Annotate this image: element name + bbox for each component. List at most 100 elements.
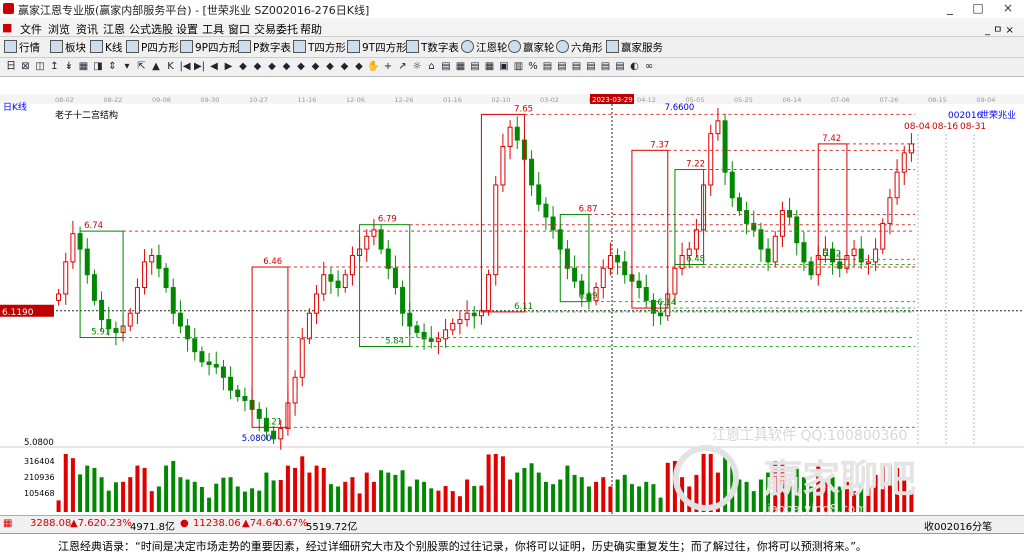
toolbar-9p-square[interactable]: 9P四方形 bbox=[180, 40, 240, 55]
drawing-tool-icon[interactable]: ◆ bbox=[323, 60, 337, 74]
volume-bar bbox=[199, 486, 204, 512]
drawing-tool-icon[interactable]: ◫ bbox=[33, 60, 47, 74]
drawing-tool-icon[interactable]: ∞ bbox=[642, 60, 656, 74]
drawing-tool-icon[interactable]: ▤ bbox=[599, 60, 613, 74]
drawing-tool-icon[interactable]: ☼ bbox=[410, 60, 424, 74]
toolbar-t-number-table[interactable]: T数字表 bbox=[406, 40, 459, 55]
drawing-tool-icon[interactable]: ◆ bbox=[338, 60, 352, 74]
inner-window-buttons[interactable]: _ ㅁ × bbox=[985, 21, 1014, 36]
drawing-tool-icon[interactable]: 日 bbox=[4, 60, 18, 74]
close-button[interactable]: × bbox=[994, 1, 1022, 17]
drawing-tool-icon[interactable]: ▶| bbox=[193, 60, 207, 74]
drawing-tool-icon[interactable]: ⇕ bbox=[106, 60, 120, 74]
drawing-tool-icon[interactable]: ▲ bbox=[149, 60, 163, 74]
drawing-tool-icon[interactable]: ✋ bbox=[367, 60, 381, 74]
drawing-tool-icon[interactable]: ▤ bbox=[468, 60, 482, 74]
drawing-tool-icon[interactable]: ▦ bbox=[483, 60, 497, 74]
toolbar-quotes[interactable]: 行情 bbox=[4, 40, 40, 55]
menu-settings[interactable]: 设置 bbox=[176, 21, 198, 37]
tick-detail-label[interactable]: 收002016分笔 bbox=[924, 518, 992, 533]
toolbar-winner-service[interactable]: 赢家服务 bbox=[606, 40, 663, 55]
drawing-tool-icon[interactable]: ◨ bbox=[91, 60, 105, 74]
menu-window[interactable]: 窗口 bbox=[228, 21, 250, 37]
main-toolbar: 行情 板块 K线 P四方形 9P四方形 P数字表 T四方形 9T四方形 T数字表… bbox=[0, 37, 1024, 58]
toolbar-9t-square[interactable]: 9T四方形 bbox=[347, 40, 407, 55]
toolbar-sectors[interactable]: 板块 bbox=[50, 40, 86, 55]
drawing-tool-icon[interactable]: ▾ bbox=[120, 60, 134, 74]
drawing-tool-icon[interactable]: ◆ bbox=[251, 60, 265, 74]
toolbar-winner-wheel[interactable]: 赢家轮 bbox=[508, 40, 555, 55]
volume-bar bbox=[135, 465, 140, 512]
toolbar-p-square[interactable]: P四方形 bbox=[126, 40, 179, 55]
kline-chart[interactable]: 08-02 08-22 09-08 09-30 10-27 11-16 12-06 12-26… bbox=[0, 94, 1024, 515]
drawing-tool-icon[interactable]: ↥ bbox=[48, 60, 62, 74]
drawing-tool-icon[interactable]: ◆ bbox=[236, 60, 250, 74]
minimize-button[interactable]: _ bbox=[936, 1, 964, 17]
drawing-tool-icon[interactable]: K bbox=[164, 60, 178, 74]
drawing-tool-icon[interactable]: ↡ bbox=[62, 60, 76, 74]
candle-body bbox=[772, 235, 778, 263]
quote-bar: 江恩经典语录：“时间是决定市场走势的重要因素，经过详细研究大市及个别股票的过往记… bbox=[0, 533, 1024, 555]
drawing-tool-icon[interactable]: ▦ bbox=[454, 60, 468, 74]
candle-body bbox=[908, 143, 914, 154]
candle-body bbox=[185, 325, 191, 340]
t-number-table-icon bbox=[406, 40, 419, 53]
menu-browse[interactable]: 浏览 bbox=[48, 21, 70, 37]
drawing-tool-icon[interactable]: ▤ bbox=[555, 60, 569, 74]
drawing-tool-icon[interactable]: |◀ bbox=[178, 60, 192, 74]
drawing-tool-icon[interactable]: ⊠ bbox=[19, 60, 33, 74]
volume-bar bbox=[443, 486, 448, 512]
candle-body bbox=[765, 248, 771, 263]
drawing-tool-icon[interactable]: ◆ bbox=[309, 60, 323, 74]
drawing-tool-icon[interactable]: ▣ bbox=[497, 60, 511, 74]
drawing-tool-icon[interactable]: ▶ bbox=[222, 60, 236, 74]
toolbar-t-square[interactable]: T四方形 bbox=[293, 40, 346, 55]
menu-gann[interactable]: 江恩 bbox=[103, 21, 125, 37]
volume-bar bbox=[400, 470, 405, 512]
sectors-icon bbox=[50, 40, 63, 53]
volume-bar bbox=[386, 472, 391, 512]
toolbar-hexagon[interactable]: 六角形 bbox=[556, 40, 603, 55]
drawing-tool-icon[interactable]: ◆ bbox=[294, 60, 308, 74]
toolbar-p-number-table[interactable]: P数字表 bbox=[238, 40, 291, 55]
drawing-tool-icon[interactable]: ▤ bbox=[613, 60, 627, 74]
drawing-tool-icon[interactable]: ◆ bbox=[280, 60, 294, 74]
menu-info[interactable]: 资讯 bbox=[76, 21, 98, 37]
volume-bar bbox=[128, 477, 133, 512]
title-bar: 赢家江恩专业版(赢家内部服务平台) - [世荣兆业 SZ002016-276日K… bbox=[0, 0, 1024, 19]
price-marker-label: 6.79 bbox=[378, 215, 397, 225]
menu-formula[interactable]: 公式选股 bbox=[129, 21, 173, 37]
sh-index-change: ▲7.62 bbox=[70, 518, 100, 529]
watermark-company: 江恩工具软件 QQ:100800360 bbox=[712, 428, 907, 444]
volume-bar bbox=[493, 454, 498, 512]
drawing-tool-icon[interactable]: ▤ bbox=[570, 60, 584, 74]
drawing-tool-icon[interactable]: ▤ bbox=[541, 60, 555, 74]
toolbar-gann-wheel[interactable]: 江恩轮 bbox=[461, 40, 508, 55]
menu-tools[interactable]: 工具 bbox=[202, 21, 224, 37]
volume-bar bbox=[278, 479, 283, 512]
drawing-tool-icon[interactable]: ▤ bbox=[584, 60, 598, 74]
maximize-button[interactable]: □ bbox=[964, 1, 992, 17]
candle-body bbox=[142, 261, 148, 289]
toolbar-kline[interactable]: K线 bbox=[90, 40, 122, 55]
menu-help[interactable]: 帮助 bbox=[300, 21, 322, 37]
drawing-tool-icon[interactable]: ⇱ bbox=[135, 60, 149, 74]
drawing-tool-icon[interactable]: ◐ bbox=[628, 60, 642, 74]
drawing-tool-icon[interactable]: ▥ bbox=[512, 60, 526, 74]
drawing-tool-icon[interactable]: ◆ bbox=[265, 60, 279, 74]
menu-file[interactable]: 文件 bbox=[20, 21, 42, 37]
drawing-tool-icon[interactable]: ◆ bbox=[352, 60, 366, 74]
drawing-tool-icon[interactable]: + bbox=[381, 60, 395, 74]
candle-body bbox=[228, 376, 234, 391]
price-marker-label: 6.19 bbox=[579, 292, 598, 302]
drawing-tool-icon[interactable]: ▦ bbox=[77, 60, 91, 74]
drawing-tool-icon[interactable]: ↗ bbox=[396, 60, 410, 74]
menu-trade[interactable]: 交易委托 bbox=[254, 21, 298, 37]
volume-bar bbox=[536, 472, 541, 512]
date-tick-label: 05-25 bbox=[734, 96, 753, 104]
volume-bar bbox=[572, 474, 577, 512]
drawing-tool-icon[interactable]: ⌂ bbox=[425, 60, 439, 74]
drawing-tool-icon[interactable]: ▤ bbox=[439, 60, 453, 74]
drawing-tool-icon[interactable]: ◀ bbox=[207, 60, 221, 74]
drawing-tool-icon[interactable]: % bbox=[526, 60, 540, 74]
